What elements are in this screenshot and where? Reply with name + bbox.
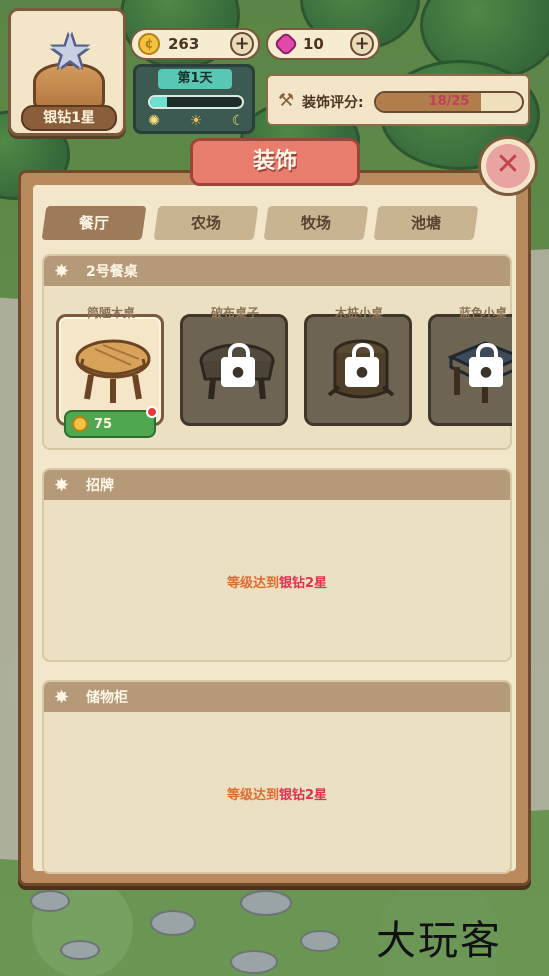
gem-icon bbox=[273, 31, 299, 57]
day-progress-fill bbox=[150, 97, 167, 107]
stone bbox=[60, 940, 100, 960]
stone bbox=[240, 890, 292, 916]
item-name: 简陋木桌 bbox=[86, 306, 135, 320]
sunrise-icon: ✺ bbox=[148, 113, 160, 129]
day-phase-icons: ✺ ☀ ☾ bbox=[142, 113, 250, 131]
unlock-requirement: 等级达到银钻2星 bbox=[44, 572, 510, 591]
tab-label: 池塘 bbox=[410, 214, 441, 232]
unlock-level: 银钻2星 bbox=[278, 576, 328, 591]
item-frame: ● bbox=[304, 314, 412, 426]
panel-title: 装饰 bbox=[165, 138, 385, 195]
tab-farm[interactable]: 农场 bbox=[153, 206, 259, 240]
star-icon: ★ bbox=[48, 24, 92, 80]
stone bbox=[230, 950, 278, 974]
sparkle-icon: ✸ bbox=[54, 474, 70, 496]
stone bbox=[30, 890, 70, 912]
item-name: 蓝色小桌 bbox=[458, 306, 507, 320]
section-header: ✸ 储物柜 bbox=[44, 682, 510, 712]
rank-label: 银钻1星 bbox=[21, 105, 117, 131]
item-card-simple-wood-table[interactable]: 简陋木桌 75 bbox=[56, 306, 166, 438]
tab-label: 餐厅 bbox=[78, 214, 109, 232]
tab-restaurant[interactable]: 餐厅 bbox=[41, 206, 147, 240]
section-table: ✸ 2号餐桌 简陋木桌 75 破布桌子 ● 木桩小桌 ● 蓝色小桌 ● bbox=[42, 254, 512, 450]
gem-value: 10 bbox=[303, 35, 324, 53]
item-card-stump-table[interactable]: 木桩小桌 ● bbox=[304, 306, 414, 426]
section-title: 储物柜 bbox=[86, 690, 128, 706]
hammer-icon: ⚒ bbox=[278, 90, 295, 111]
score-label: 装饰评分: bbox=[302, 95, 364, 111]
wooden-table-icon bbox=[75, 339, 151, 403]
coin-icon: ¢ bbox=[138, 33, 160, 55]
section-cabinet: ✸ 储物柜 等级达到银钻2星 bbox=[42, 680, 512, 874]
day-label: 第1天 bbox=[158, 69, 232, 89]
item-name: 木桩小桌 bbox=[334, 306, 383, 320]
unlock-requirement: 等级达到银钻2星 bbox=[44, 784, 510, 803]
stone bbox=[300, 930, 340, 952]
unlock-level: 银钻2星 bbox=[278, 788, 328, 803]
notification-dot bbox=[146, 406, 158, 418]
unlock-prefix: 等级达到 bbox=[226, 788, 279, 803]
item-name: 破布桌子 bbox=[210, 306, 259, 320]
item-frame: ● bbox=[180, 314, 288, 426]
section-sign: ✸ 招牌 等级达到银钻2星 bbox=[42, 468, 512, 662]
category-tabs: 餐厅 农场 牧场 池塘 bbox=[41, 206, 504, 240]
item-card-cloth-table[interactable]: 破布桌子 ● bbox=[180, 306, 290, 426]
price-value: 75 bbox=[94, 416, 113, 432]
section-header: ✸ 2号餐桌 bbox=[44, 256, 510, 286]
watermark: 大玩客 bbox=[376, 918, 502, 964]
coin-icon bbox=[72, 416, 88, 432]
lock-icon: ● bbox=[345, 343, 379, 387]
tab-ranch[interactable]: 牧场 bbox=[263, 206, 369, 240]
close-icon: ✕ bbox=[486, 144, 530, 188]
score-progress-bar: 18/25 bbox=[374, 91, 524, 113]
unlock-prefix: 等级达到 bbox=[226, 576, 279, 591]
lock-icon: ● bbox=[221, 343, 255, 387]
item-frame: ● bbox=[428, 314, 512, 426]
close-button[interactable]: ✕ bbox=[478, 136, 538, 196]
section-title: 2号餐桌 bbox=[86, 264, 138, 280]
tab-pond[interactable]: 池塘 bbox=[373, 206, 479, 240]
section-title: 招牌 bbox=[86, 478, 114, 494]
day-panel: 第1天 ✺ ☀ ☾ bbox=[133, 64, 255, 134]
sun-icon: ☀ bbox=[189, 113, 203, 129]
coin-counter: ¢ 263 + bbox=[130, 28, 260, 60]
add-gems-button[interactable]: + bbox=[350, 32, 374, 56]
day-progress-bar bbox=[148, 95, 244, 109]
gem-counter: 10 + bbox=[266, 28, 380, 60]
stone bbox=[150, 910, 196, 936]
item-card-blue-table[interactable]: 蓝色小桌 ● bbox=[428, 306, 512, 426]
lock-icon: ● bbox=[469, 343, 503, 387]
add-coins-button[interactable]: + bbox=[230, 32, 254, 56]
moon-icon: ☾ bbox=[231, 113, 245, 129]
item-carousel[interactable]: 简陋木桌 75 破布桌子 ● 木桩小桌 ● 蓝色小桌 ● bbox=[54, 298, 512, 448]
sparkle-icon: ✸ bbox=[54, 260, 70, 282]
tab-label: 农场 bbox=[190, 214, 221, 232]
section-header: ✸ 招牌 bbox=[44, 470, 510, 500]
rank-card[interactable]: ★ 银钻1星 bbox=[8, 8, 126, 136]
score-value: 18/25 bbox=[428, 94, 470, 109]
coin-value: 263 bbox=[168, 35, 200, 53]
sparkle-icon: ✸ bbox=[54, 686, 70, 708]
decoration-score-panel: ⚒ 装饰评分: 18/25 bbox=[266, 74, 530, 126]
tab-label: 牧场 bbox=[300, 214, 331, 232]
price-tag[interactable]: 75 bbox=[64, 410, 156, 438]
